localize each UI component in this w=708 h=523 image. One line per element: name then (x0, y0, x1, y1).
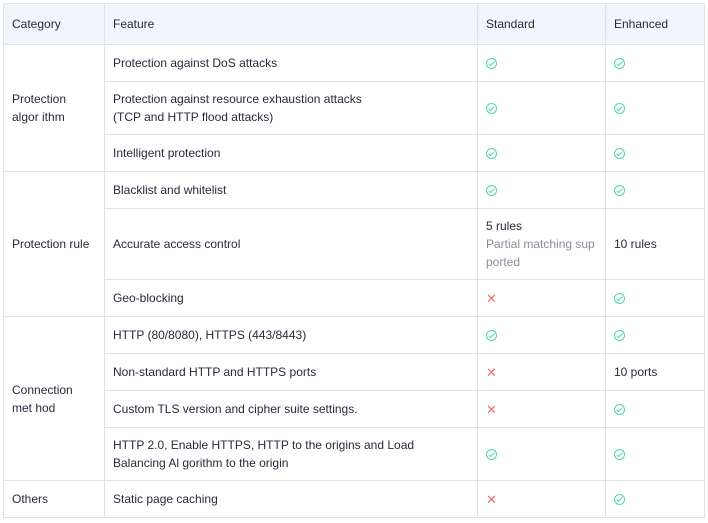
check-circle-icon (486, 58, 497, 70)
feature-cell: HTTP 2.0, Enable HTTPS, HTTP to the orig… (104, 427, 478, 481)
header-enhanced: Enhanced (605, 3, 705, 45)
check-circle-icon (614, 449, 625, 461)
check-circle-icon (614, 330, 625, 342)
standard-cell: ✕ (477, 279, 606, 317)
standard-cell (477, 316, 606, 354)
standard-cell: ✕ (477, 480, 606, 518)
table-row: Protection algor ithm Protection against… (3, 44, 705, 172)
cross-icon: ✕ (486, 491, 497, 507)
check-circle-icon (486, 449, 497, 461)
cross-icon: ✕ (486, 290, 497, 306)
standard-cell (477, 81, 606, 135)
enhanced-cell: 10 rules (605, 208, 705, 280)
check-circle-icon (614, 58, 625, 70)
enhanced-cell (605, 134, 705, 172)
enhanced-cell (605, 279, 705, 317)
header-feature: Feature (104, 3, 478, 45)
feature-cell: Accurate access control (104, 208, 478, 280)
category-cell: Protection algor ithm (3, 44, 105, 172)
table-row: Protection rule Blacklist and whitelist (3, 171, 705, 317)
check-circle-icon (486, 103, 497, 115)
check-circle-icon (486, 330, 497, 342)
enhanced-cell (605, 390, 705, 428)
category-cell: Others (3, 480, 105, 518)
feature-cell: Static page caching (104, 480, 478, 518)
enhanced-cell (605, 44, 705, 82)
table-row: Protection against resource exhaustion a… (4, 81, 705, 135)
table-row: HTTP 2.0, Enable HTTPS, HTTP to the orig… (4, 427, 705, 481)
check-circle-icon (614, 103, 625, 115)
table-header-row: Category Feature Standard Enhanced (3, 3, 705, 45)
standard-cell (477, 427, 606, 481)
feature-line: Protection against resource exhaustion a… (113, 92, 362, 106)
category-cell: Protection rule (3, 171, 105, 317)
check-circle-icon (614, 404, 625, 416)
standard-cell (477, 134, 606, 172)
check-circle-icon (614, 185, 625, 197)
header-category: Category (3, 3, 105, 45)
table-row: Custom TLS version and cipher suite sett… (4, 390, 705, 428)
table-row: Non-standard HTTP and HTTPS ports ✕ 10 p… (4, 353, 705, 391)
check-circle-icon (486, 148, 497, 160)
feature-cell: Custom TLS version and cipher suite sett… (104, 390, 478, 428)
feature-cell: Blacklist and whitelist (104, 171, 478, 209)
feature-cell: Protection against DoS attacks (104, 44, 478, 82)
table-row: Others Static page caching ✕ (3, 480, 705, 518)
enhanced-cell (605, 427, 705, 481)
check-circle-icon (614, 494, 625, 506)
enhanced-cell (605, 81, 705, 135)
standard-value: 5 rules (486, 219, 523, 233)
category-cell: Connection met hod (3, 316, 105, 481)
check-circle-icon (486, 185, 497, 197)
table-row: Accurate access control 5 rules Partial … (4, 208, 705, 280)
cross-icon: ✕ (486, 364, 497, 380)
check-circle-icon (614, 293, 625, 305)
enhanced-cell (605, 171, 705, 209)
table-row: Geo-blocking ✕ (4, 279, 705, 317)
feature-comparison-table: Category Feature Standard Enhanced Prote… (3, 3, 705, 518)
feature-cell: Protection against resource exhaustion a… (104, 81, 478, 135)
standard-cell: ✕ (477, 390, 606, 428)
standard-cell (477, 44, 606, 82)
feature-cell: Intelligent protection (104, 134, 478, 172)
table-row: Intelligent protection (4, 134, 705, 172)
enhanced-cell (605, 316, 705, 354)
feature-cell: Non-standard HTTP and HTTPS ports (104, 353, 478, 391)
standard-note: Partial matching sup ported (486, 237, 595, 269)
check-circle-icon (614, 148, 625, 160)
enhanced-cell: 10 ports (605, 353, 705, 391)
header-standard: Standard (477, 3, 606, 45)
standard-cell: ✕ (477, 353, 606, 391)
table-row: Connection met hod HTTP (80/8080), HTTPS… (3, 316, 705, 481)
enhanced-cell (605, 480, 705, 518)
feature-line: (TCP and HTTP flood attacks) (113, 110, 274, 124)
feature-cell: Geo-blocking (104, 279, 478, 317)
feature-cell: HTTP (80/8080), HTTPS (443/8443) (104, 316, 478, 354)
cross-icon: ✕ (486, 401, 497, 417)
standard-cell: 5 rules Partial matching sup ported (477, 208, 606, 280)
standard-cell (477, 171, 606, 209)
